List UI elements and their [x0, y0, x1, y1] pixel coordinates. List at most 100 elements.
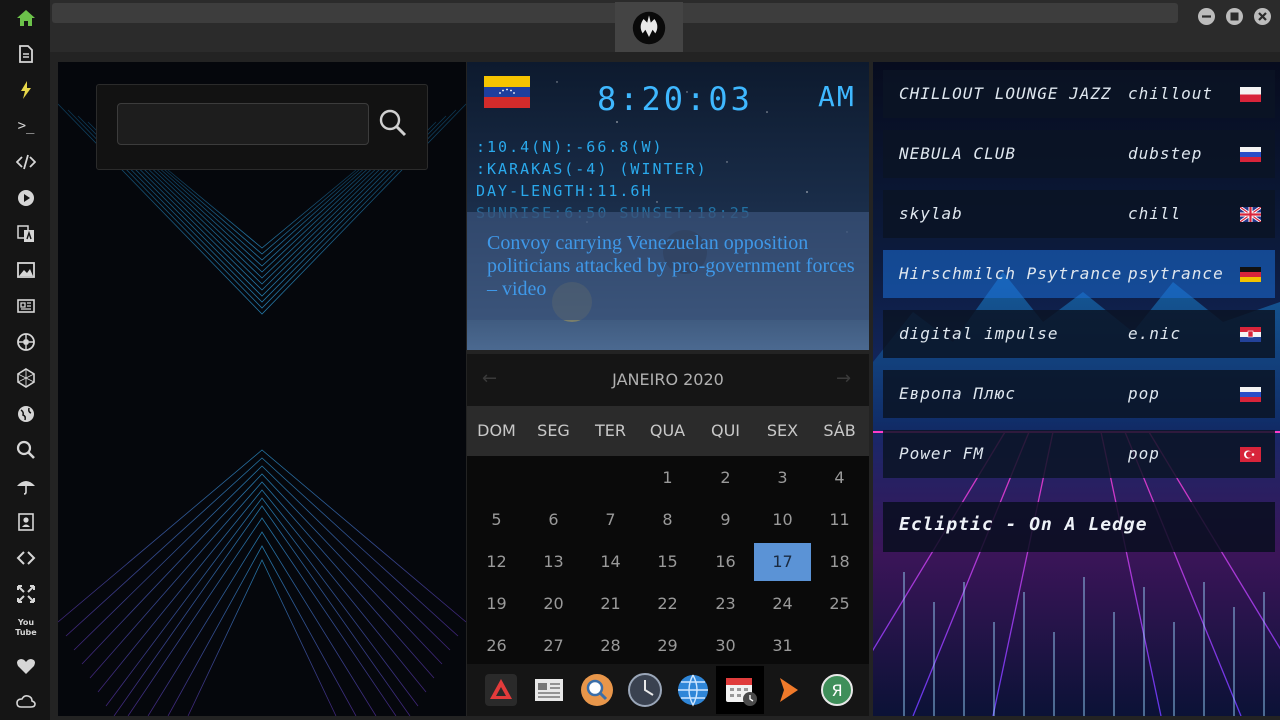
clock-time: 8:20:03 — [597, 80, 753, 118]
station-name: skylab — [899, 204, 963, 223]
heart-icon[interactable] — [14, 654, 38, 678]
now-playing-title: Ecliptic - On A Ledge — [899, 514, 1148, 535]
calendar-day[interactable]: 26 — [468, 627, 525, 665]
station-genre: pop — [1128, 444, 1160, 463]
calendar-day[interactable]: 18 — [811, 543, 868, 581]
lightning-icon[interactable] — [14, 78, 38, 102]
city-timezone: :KARAKAS(-4) (WINTER) — [476, 160, 708, 178]
weekday-label: QUA — [649, 421, 686, 440]
russia-flag-icon — [1240, 387, 1261, 402]
move-icon[interactable] — [14, 582, 38, 606]
station-name: Power FM — [899, 444, 985, 463]
code-icon[interactable] — [14, 150, 38, 174]
calendar-app-icon[interactable] — [723, 672, 759, 708]
translate-icon[interactable] — [14, 222, 38, 246]
calendar-day[interactable]: 14 — [582, 543, 639, 581]
contacts-icon[interactable] — [14, 510, 38, 534]
station-name: NEBULA CLUB — [899, 144, 1016, 163]
magnifier-icon — [379, 109, 407, 137]
logo-tab[interactable] — [615, 2, 683, 52]
calendar-day[interactable]: 23 — [697, 585, 754, 623]
germany-flag-icon — [1240, 267, 1261, 282]
terminal-icon[interactable]: >_ — [14, 114, 38, 138]
station-name: Европа Плюс — [899, 384, 1016, 403]
umbrella-icon[interactable] — [14, 474, 38, 498]
station-genre: pop — [1128, 384, 1160, 403]
globe-icon[interactable] — [14, 402, 38, 426]
document-icon[interactable] — [14, 42, 38, 66]
calendar-prev-button[interactable]: ← — [482, 368, 504, 390]
search-button[interactable] — [378, 108, 408, 138]
news-headline[interactable]: Convoy carrying Venezuelan opposition po… — [487, 232, 857, 304]
app-dock — [467, 664, 869, 716]
maximize-button[interactable] — [1226, 8, 1243, 25]
calendar-day[interactable]: 4 — [811, 459, 868, 497]
calendar-grid: 1 2 3 4 5 6 7 8 9 10 11 12 13 14 15 16 17 18 19 20 21 22 23 24 2… — [467, 458, 869, 664]
calendar-day[interactable]: 3 — [754, 459, 811, 497]
arrow-app-icon[interactable] — [771, 672, 807, 708]
calendar-day[interactable]: 8 — [639, 501, 696, 539]
station-name: Hirschmilch Psytrance — [899, 264, 1123, 283]
calendar-day[interactable]: 13 — [525, 543, 582, 581]
calendar-day[interactable]: 25 — [811, 585, 868, 623]
calendar-day[interactable]: 22 — [639, 585, 696, 623]
image-icon[interactable] — [14, 258, 38, 282]
calendar-day[interactable]: 5 — [468, 501, 525, 539]
yandex-icon[interactable]: Я — [819, 672, 855, 708]
station-genre: psytrance — [1128, 264, 1224, 283]
cloud-icon[interactable] — [14, 690, 38, 714]
weekday-label: SEG — [537, 421, 570, 440]
calendar-day[interactable]: 28 — [582, 627, 639, 665]
left-sidebar: >_ You Tube — [0, 0, 50, 720]
station-genre: chill — [1128, 204, 1182, 223]
croatia-flag-icon — [1240, 327, 1261, 342]
news-icon[interactable] — [14, 294, 38, 318]
youtube-icon[interactable]: You Tube — [14, 618, 38, 642]
station-genre: e.nic — [1128, 324, 1182, 343]
rebel-logo-icon — [632, 11, 666, 45]
calendar-month-label[interactable]: JANEIRO 2020 — [560, 368, 776, 392]
calendar-day[interactable]: 1 — [639, 459, 696, 497]
weekday-label: DOM — [477, 421, 516, 440]
aperture-icon[interactable] — [14, 330, 38, 354]
weekday-label: QUI — [710, 421, 741, 440]
link-icon[interactable] — [14, 546, 38, 570]
calendar-day[interactable]: 20 — [525, 585, 582, 623]
calendar-day[interactable]: 16 — [697, 543, 754, 581]
search-input[interactable] — [117, 103, 369, 145]
calendar-day[interactable]: 12 — [468, 543, 525, 581]
calendar-day[interactable]: 21 — [582, 585, 639, 623]
calendar-day[interactable]: 30 — [697, 627, 754, 665]
poland-flag-icon — [1240, 87, 1261, 102]
search-app-icon[interactable] — [579, 672, 615, 708]
calendar-day[interactable]: 10 — [754, 501, 811, 539]
calendar-day[interactable]: 7 — [582, 501, 639, 539]
play-icon[interactable] — [14, 186, 38, 210]
browser-globe-icon[interactable] — [675, 672, 711, 708]
calendar-day[interactable]: 29 — [639, 627, 696, 665]
clock-app-icon[interactable] — [627, 672, 663, 708]
turkey-flag-icon — [1240, 447, 1261, 462]
venezuela-flag — [484, 76, 530, 108]
calendar-day[interactable]: 19 — [468, 585, 525, 623]
minimize-button[interactable] — [1198, 8, 1215, 25]
calendar-day-today[interactable]: 17 — [754, 543, 811, 581]
russia-flag-icon — [1240, 147, 1261, 162]
calendar-weekdays: DOM SEG TER QUA QUI SEX SÁB — [467, 406, 869, 456]
calendar-next-button[interactable]: → — [836, 368, 858, 390]
anydesk-icon[interactable] — [483, 672, 519, 708]
home-icon[interactable] — [14, 6, 38, 30]
uk-flag-icon — [1239, 205, 1262, 224]
calendar-day[interactable]: 31 — [754, 627, 811, 665]
calendar-day[interactable]: 11 — [811, 501, 868, 539]
calendar-day[interactable]: 27 — [525, 627, 582, 665]
calendar-day[interactable]: 24 — [754, 585, 811, 623]
calendar-day[interactable]: 15 — [639, 543, 696, 581]
calendar-day[interactable]: 2 — [697, 459, 754, 497]
calendar-day[interactable]: 9 — [697, 501, 754, 539]
close-button[interactable] — [1254, 8, 1271, 25]
news-reader-icon[interactable] — [531, 672, 567, 708]
calendar-day[interactable]: 6 — [525, 501, 582, 539]
hexagon-icon[interactable] — [14, 366, 38, 390]
search-icon[interactable] — [14, 438, 38, 462]
